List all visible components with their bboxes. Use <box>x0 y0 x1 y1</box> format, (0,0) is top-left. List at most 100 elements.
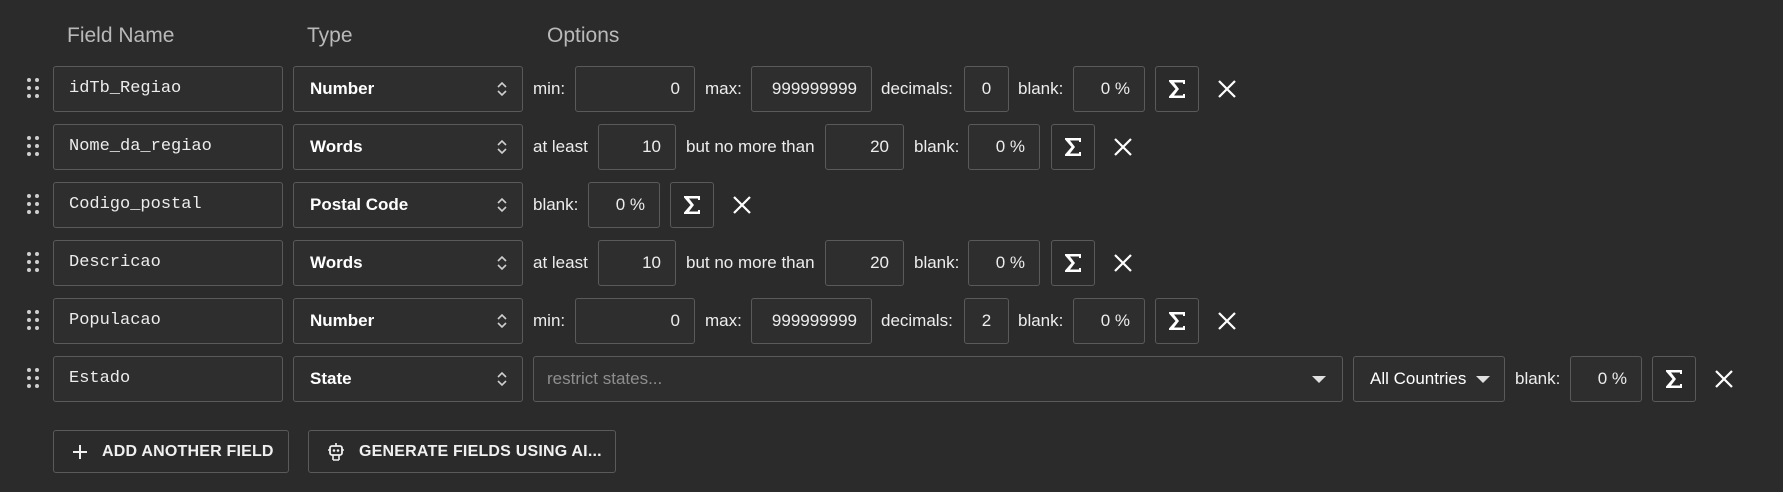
drag-handle-icon[interactable] <box>27 252 41 274</box>
field-name-input[interactable]: Populacao <box>53 298 283 344</box>
max-label: max: <box>705 79 742 98</box>
add-another-field-button[interactable]: ADD ANOTHER FIELD <box>53 430 289 473</box>
up-down-chevron-icon <box>497 255 507 271</box>
sigma-icon <box>1666 370 1682 388</box>
min-input[interactable]: 0 <box>575 66 695 112</box>
field-name-input[interactable]: Descricao <box>53 240 283 286</box>
sigma-button[interactable] <box>1155 298 1199 344</box>
sigma-button[interactable] <box>1155 66 1199 112</box>
drag-handle-icon[interactable] <box>27 310 41 332</box>
sigma-icon <box>1169 312 1185 330</box>
robot-icon <box>328 442 344 461</box>
add-another-field-label: ADD ANOTHER FIELD <box>102 442 274 460</box>
up-down-chevron-icon <box>497 371 507 387</box>
field-row: Descricao Words at least 10 but no more … <box>0 238 1783 286</box>
drag-handle-icon[interactable] <box>27 136 41 158</box>
field-name-input[interactable]: Nome_da_regiao <box>53 124 283 170</box>
countries-label: All Countries <box>1370 369 1467 388</box>
blank-input[interactable]: 0 % <box>1570 356 1642 402</box>
restrict-states-placeholder: restrict states... <box>547 369 663 388</box>
max-input[interactable]: 999999999 <box>751 66 872 112</box>
min-label: min: <box>533 311 566 330</box>
countries-dropdown[interactable]: All Countries <box>1353 356 1505 402</box>
sigma-button[interactable] <box>670 182 714 228</box>
sigma-button[interactable] <box>1051 124 1095 170</box>
drag-handle-icon[interactable] <box>27 368 41 390</box>
decimals-input[interactable]: 0 <box>964 66 1009 112</box>
sigma-button[interactable] <box>1652 356 1696 402</box>
blank-label: blank: <box>914 253 960 272</box>
field-name-input[interactable]: Estado <box>53 356 283 402</box>
close-icon[interactable] <box>1112 136 1134 158</box>
sigma-icon <box>1065 254 1081 272</box>
blank-input[interactable]: 0 % <box>968 124 1040 170</box>
field-name-input[interactable]: idTb_Regiao <box>53 66 283 112</box>
up-down-chevron-icon <box>497 81 507 97</box>
no-more-than-label: but no more than <box>686 137 815 156</box>
type-label: Number <box>310 79 375 98</box>
close-icon[interactable] <box>731 194 753 216</box>
at-least-label: at least <box>533 137 588 156</box>
type-label: Postal Code <box>310 195 409 214</box>
field-row: Populacao Number min: 0 max: 999999999 d… <box>0 296 1783 344</box>
type-label: State <box>310 369 352 388</box>
caret-down-icon <box>1476 376 1490 383</box>
blank-label: blank: <box>1018 311 1064 330</box>
blank-label: blank: <box>1018 79 1064 98</box>
close-icon[interactable] <box>1216 78 1238 100</box>
at-least-input[interactable]: 10 <box>598 124 676 170</box>
type-label: Words <box>310 253 363 272</box>
type-selector[interactable]: Number <box>293 298 523 344</box>
plus-icon <box>73 444 87 459</box>
decimals-label: decimals: <box>881 311 953 330</box>
up-down-chevron-icon <box>497 139 507 155</box>
type-selector[interactable]: Words <box>293 240 523 286</box>
blank-label: blank: <box>914 137 960 156</box>
blank-input[interactable]: 0 % <box>588 182 660 228</box>
column-header-options: Options <box>547 24 620 47</box>
sigma-icon <box>684 196 700 214</box>
type-label: Number <box>310 311 375 330</box>
no-more-than-input[interactable]: 20 <box>825 240 904 286</box>
blank-input[interactable]: 0 % <box>1073 298 1145 344</box>
type-label: Words <box>310 137 363 156</box>
blank-label: blank: <box>1515 369 1561 388</box>
generate-fields-ai-button[interactable]: GENERATE FIELDS USING AI... <box>308 430 616 473</box>
sigma-icon <box>1065 138 1081 156</box>
up-down-chevron-icon <box>497 197 507 213</box>
blank-input[interactable]: 0 % <box>968 240 1040 286</box>
no-more-than-label: but no more than <box>686 253 815 272</box>
restrict-states-dropdown[interactable]: restrict states... <box>533 356 1343 402</box>
close-icon[interactable] <box>1713 368 1735 390</box>
max-input[interactable]: 999999999 <box>751 298 872 344</box>
drag-handle-icon[interactable] <box>27 78 41 100</box>
drag-handle-icon[interactable] <box>27 194 41 216</box>
field-name-input[interactable]: Codigo_postal <box>53 182 283 228</box>
decimals-input[interactable]: 2 <box>964 298 1009 344</box>
field-row: Nome_da_regiao Words at least 10 but no … <box>0 122 1783 170</box>
generate-fields-ai-label: GENERATE FIELDS USING AI... <box>359 442 602 460</box>
no-more-than-input[interactable]: 20 <box>825 124 904 170</box>
type-selector[interactable]: Postal Code <box>293 182 523 228</box>
field-row: Codigo_postal Postal Code blank: 0 % <box>0 180 1783 228</box>
type-selector[interactable]: Number <box>293 66 523 112</box>
sigma-icon <box>1169 80 1185 98</box>
caret-down-icon <box>1312 376 1326 383</box>
type-selector[interactable]: Words <box>293 124 523 170</box>
sigma-button[interactable] <box>1051 240 1095 286</box>
at-least-input[interactable]: 10 <box>598 240 676 286</box>
close-icon[interactable] <box>1216 310 1238 332</box>
type-selector[interactable]: State <box>293 356 523 402</box>
column-header-field-name: Field Name <box>67 24 175 47</box>
at-least-label: at least <box>533 253 588 272</box>
max-label: max: <box>705 311 742 330</box>
blank-input[interactable]: 0 % <box>1073 66 1145 112</box>
close-icon[interactable] <box>1112 252 1134 274</box>
blank-label: blank: <box>533 195 579 214</box>
field-row: Estado State restrict states... All Coun… <box>0 354 1783 402</box>
up-down-chevron-icon <box>497 313 507 329</box>
field-row: idTb_Regiao Number min: 0 max: 999999999… <box>0 64 1783 112</box>
min-input[interactable]: 0 <box>575 298 695 344</box>
decimals-label: decimals: <box>881 79 953 98</box>
min-label: min: <box>533 79 566 98</box>
